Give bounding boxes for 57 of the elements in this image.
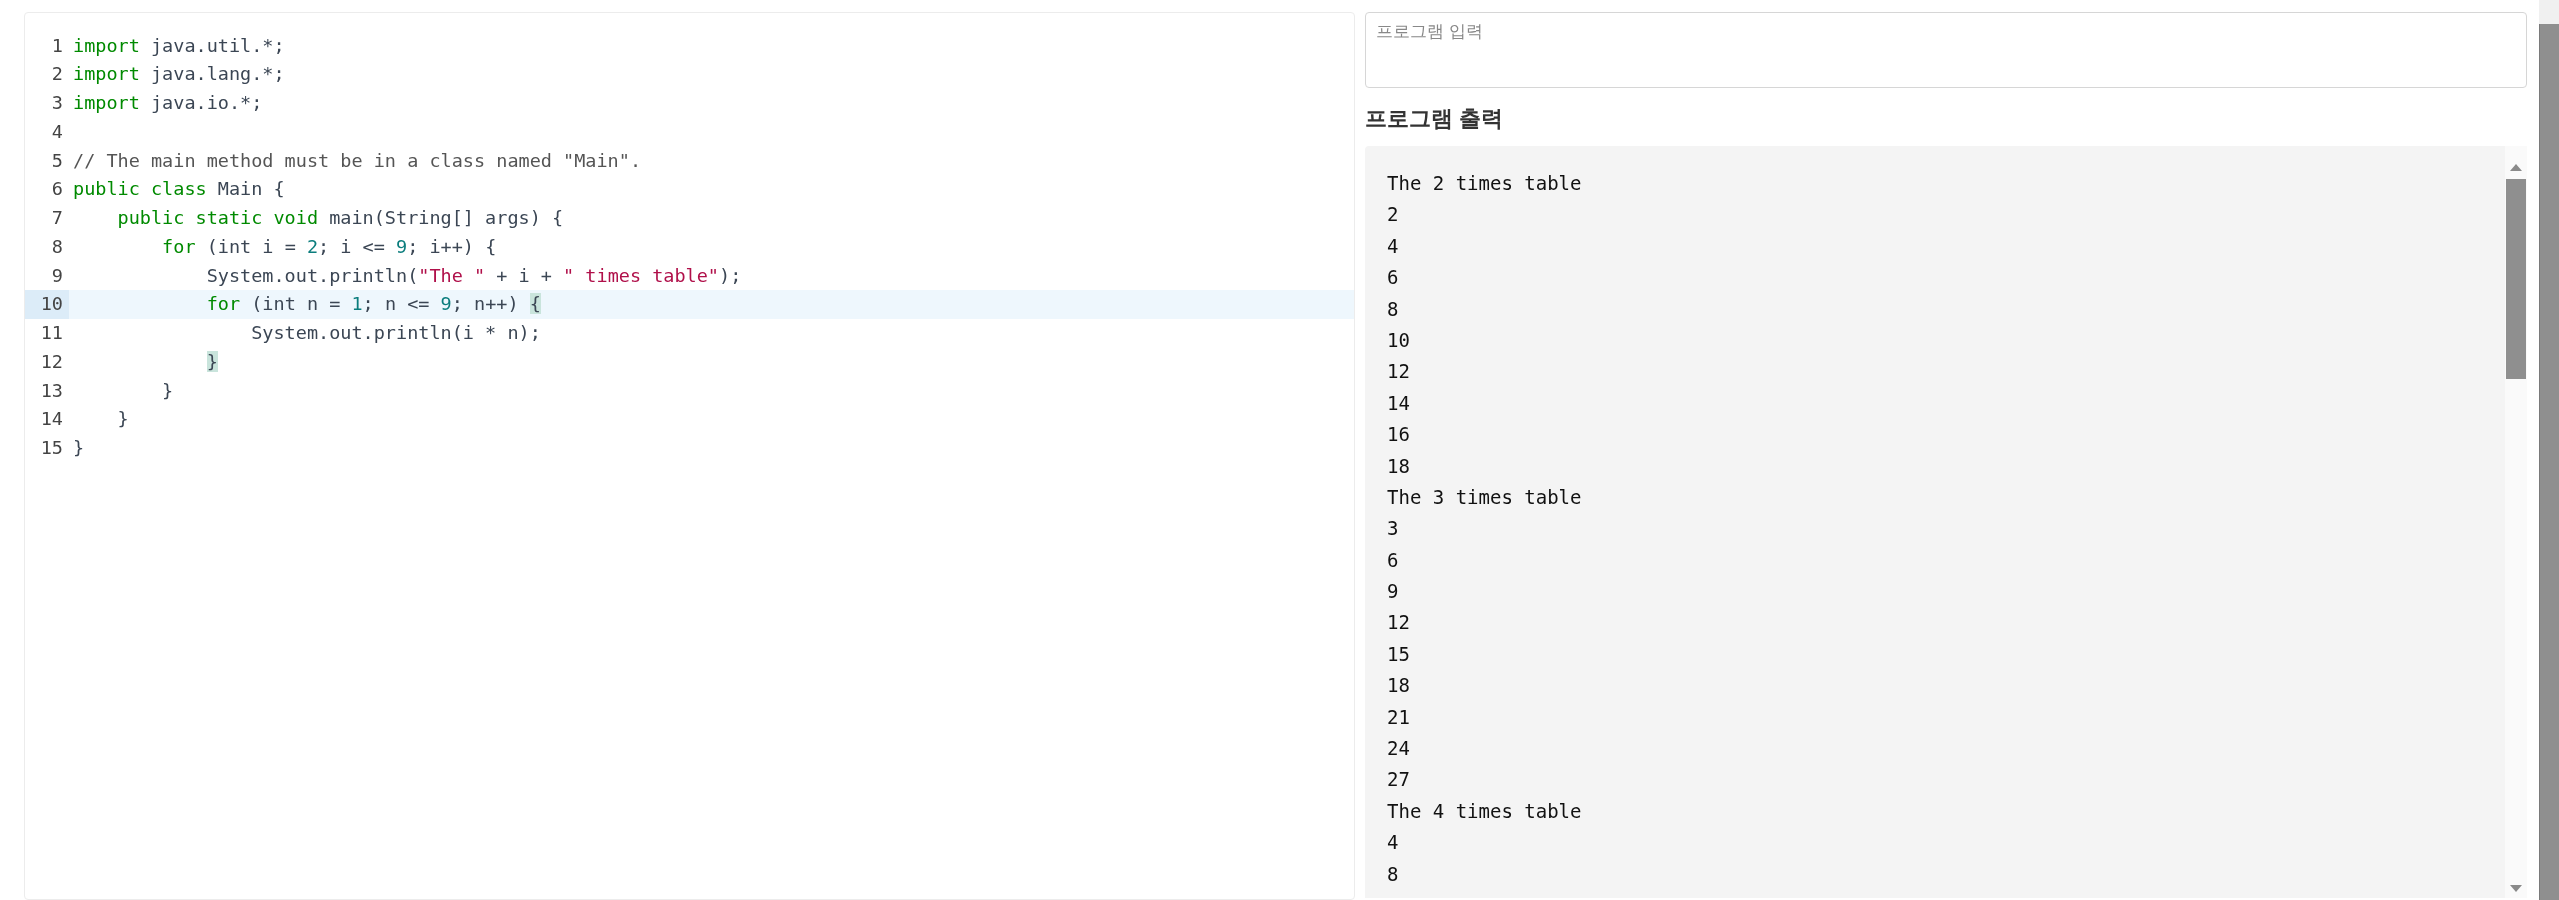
line-number: 10 [25, 289, 69, 319]
output-line: 4 [1387, 830, 1400, 856]
code-line: import java.util.*; [72, 33, 285, 58]
scrollbar[interactable] [2505, 146, 2527, 898]
code-line: } [116, 407, 129, 432]
line-number: 4 [50, 119, 64, 144]
output-line: 24 [1387, 736, 1411, 762]
program-input-field[interactable]: 프로그램 입력 [1365, 12, 2527, 88]
output-line: 15 [1387, 641, 1411, 667]
scroll-down-arrow-icon[interactable] [2510, 885, 2522, 892]
line-number: 1 [50, 33, 64, 58]
output-line: 27 [1387, 767, 1411, 793]
output-line: 4 [1387, 233, 1400, 259]
line-number: 8 [50, 234, 64, 259]
output-line: 18 [1387, 453, 1411, 479]
line-number: 2 [50, 62, 64, 87]
line-number: 12 [39, 349, 64, 374]
line-number: 15 [39, 436, 64, 460]
scrollbar-thumb[interactable] [2506, 179, 2526, 379]
output-line: 8 [1387, 296, 1400, 322]
code-line: System.out.println(i * n); [250, 321, 541, 345]
line-number: 13 [39, 378, 64, 403]
code-line: for (int n = 1; n <= 9; n++) { [205, 292, 541, 317]
output-line: 6 [1387, 265, 1400, 291]
output-line: 16 [1387, 422, 1411, 448]
line-number: 5 [50, 148, 64, 173]
output-line: 9 [1387, 579, 1400, 605]
code-line: public static void main(String[] args) { [116, 206, 564, 230]
output-line: The 2 times table [1387, 171, 1583, 196]
code-line: import java.io.*; [72, 91, 263, 115]
output-line: 14 [1387, 390, 1411, 416]
output-line: 18 [1387, 673, 1411, 699]
code-line: System.out.println("The " + i + " times table"); [205, 263, 742, 288]
line-number: 9 [50, 263, 64, 288]
line-number: 14 [39, 407, 64, 432]
code-line: // The main method must be in a class named "Main". [72, 148, 642, 173]
output-line: 2 [1387, 202, 1400, 228]
code-line: import java.lang.*; [72, 62, 285, 87]
output-line: 8 [1387, 861, 1400, 887]
scroll-up-arrow-icon[interactable] [2510, 164, 2522, 171]
line-number: 3 [50, 91, 64, 115]
output-line: 21 [1387, 704, 1411, 730]
output-line: 10 [1387, 327, 1411, 353]
code-line: for (int i = 2; i <= 9; i++) { [161, 234, 497, 259]
output-line: 3 [1387, 516, 1400, 542]
output-line: The 4 times table [1387, 798, 1583, 824]
line-number: 11 [39, 321, 64, 345]
code-line: } [161, 378, 174, 403]
output-line: 12 [1387, 359, 1411, 385]
code-line: } [72, 436, 85, 460]
output-heading: 프로그램 출력 [1365, 105, 1505, 133]
output-line: The 3 times table [1387, 484, 1583, 510]
output-line: 6 [1387, 547, 1400, 573]
code-line: public class Main { [72, 177, 285, 202]
line-number: 6 [50, 177, 64, 202]
output-line: 12 [1387, 610, 1411, 636]
line-number: 7 [50, 206, 64, 230]
